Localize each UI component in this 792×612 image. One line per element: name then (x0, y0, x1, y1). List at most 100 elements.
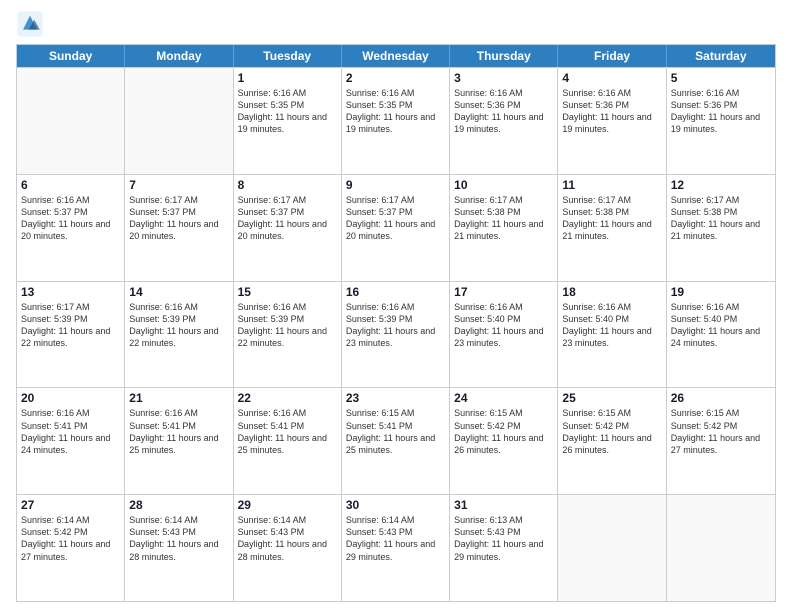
day-number: 30 (346, 498, 445, 512)
calendar-cell: 24Sunrise: 6:15 AM Sunset: 5:42 PM Dayli… (450, 388, 558, 494)
cell-info: Sunrise: 6:16 AM Sunset: 5:36 PM Dayligh… (562, 87, 661, 136)
calendar-row: 20 Sunrise: 6:16 AM Sunset: 5:41 PM Dayli… (17, 387, 775, 494)
day-number: 29 (238, 498, 337, 512)
cell-info: Sunrise: 6:16 AM Sunset: 5:41 PM Dayligh… (129, 407, 228, 456)
day-number: 28 (129, 498, 228, 512)
day-number: 15 (238, 285, 337, 299)
weekday-header: Tuesday (234, 45, 342, 67)
calendar-cell: 18Sunrise: 6:16 AM Sunset: 5:40 PM Dayli… (558, 282, 666, 388)
calendar-cell: 23 Sunrise: 6:15 AM Sunset: 5:41 PM Dayli… (342, 388, 450, 494)
calendar-cell: 12 Sunrise: 6:17 AM Sunset: 5:38 PM Dayli… (667, 175, 775, 281)
calendar-cell: 21 Sunrise: 6:16 AM Sunset: 5:41 PM Dayli… (125, 388, 233, 494)
calendar-row: 13Sunrise: 6:17 AM Sunset: 5:39 PM Dayli… (17, 281, 775, 388)
day-number: 23 (346, 391, 445, 405)
day-number: 11 (562, 178, 661, 192)
day-number: 22 (238, 391, 337, 405)
calendar-row: 1 Sunrise: 6:16 AM Sunset: 5:35 PM Daylig… (17, 67, 775, 174)
calendar-cell: 20Sunrise: 6:16 AM Sunset: 5:41 PM Dayli… (17, 388, 125, 494)
cell-info: Sunrise: 6:16 AM Sunset: 5:41 PM Dayligh… (238, 407, 337, 456)
page: SundayMondayTuesdayWednesdayThursdayFrid… (0, 0, 792, 612)
calendar-cell: 3 Sunrise: 6:16 AM Sunset: 5:36 PM Daylig… (450, 68, 558, 174)
calendar-cell (125, 68, 233, 174)
calendar-cell: 2 Sunrise: 6:16 AM Sunset: 5:35 PM Daylig… (342, 68, 450, 174)
day-number: 2 (346, 71, 445, 85)
calendar-body: 1 Sunrise: 6:16 AM Sunset: 5:35 PM Daylig… (17, 67, 775, 601)
day-number: 3 (454, 71, 553, 85)
day-number: 10 (454, 178, 553, 192)
cell-info: Sunrise: 6:14 AM Sunset: 5:43 PM Dayligh… (346, 514, 445, 563)
calendar-cell: 1 Sunrise: 6:16 AM Sunset: 5:35 PM Daylig… (234, 68, 342, 174)
cell-info: Sunrise: 6:13 AM Sunset: 5:43 PM Dayligh… (454, 514, 553, 563)
calendar-cell (558, 495, 666, 601)
cell-info: Sunrise: 6:17 AM Sunset: 5:38 PM Dayligh… (454, 194, 553, 243)
calendar-cell: 15 Sunrise: 6:16 AM Sunset: 5:39 PM Dayli… (234, 282, 342, 388)
day-number: 20 (21, 391, 120, 405)
day-number: 12 (671, 178, 771, 192)
calendar-cell: 4 Sunrise: 6:16 AM Sunset: 5:36 PM Daylig… (558, 68, 666, 174)
cell-info: Sunrise: 6:16 AM Sunset: 5:35 PM Dayligh… (238, 87, 337, 136)
cell-info: Sunrise: 6:16 AM Sunset: 5:40 PM Dayligh… (671, 301, 771, 350)
cell-info: Sunrise: 6:15 AM Sunset: 5:42 PM Dayligh… (671, 407, 771, 456)
cell-info: Sunrise: 6:16 AM Sunset: 5:40 PM Dayligh… (454, 301, 553, 350)
day-number: 25 (562, 391, 661, 405)
calendar-row: 27 Sunrise: 6:14 AM Sunset: 5:42 PM Dayli… (17, 494, 775, 601)
cell-info: Sunrise: 6:17 AM Sunset: 5:38 PM Dayligh… (562, 194, 661, 243)
cell-info: Sunrise: 6:17 AM Sunset: 5:37 PM Dayligh… (129, 194, 228, 243)
day-number: 4 (562, 71, 661, 85)
weekday-header: Sunday (17, 45, 125, 67)
calendar-cell (667, 495, 775, 601)
calendar-header: SundayMondayTuesdayWednesdayThursdayFrid… (17, 45, 775, 67)
weekday-header: Saturday (667, 45, 775, 67)
calendar-cell: 22 Sunrise: 6:16 AM Sunset: 5:41 PM Dayli… (234, 388, 342, 494)
day-number: 8 (238, 178, 337, 192)
calendar-cell: 13Sunrise: 6:17 AM Sunset: 5:39 PM Dayli… (17, 282, 125, 388)
calendar-cell: 26 Sunrise: 6:15 AM Sunset: 5:42 PM Dayli… (667, 388, 775, 494)
cell-info: Sunrise: 6:16 AM Sunset: 5:36 PM Dayligh… (671, 87, 771, 136)
calendar-cell: 17 Sunrise: 6:16 AM Sunset: 5:40 PM Dayli… (450, 282, 558, 388)
cell-info: Sunrise: 6:16 AM Sunset: 5:39 PM Dayligh… (238, 301, 337, 350)
day-number: 7 (129, 178, 228, 192)
calendar-cell: 10 Sunrise: 6:17 AM Sunset: 5:38 PM Dayli… (450, 175, 558, 281)
calendar-cell: 31Sunrise: 6:13 AM Sunset: 5:43 PM Dayli… (450, 495, 558, 601)
day-number: 24 (454, 391, 553, 405)
calendar-cell: 9Sunrise: 6:17 AM Sunset: 5:37 PM Daylig… (342, 175, 450, 281)
calendar-row: 6Sunrise: 6:16 AM Sunset: 5:37 PM Daylig… (17, 174, 775, 281)
day-number: 26 (671, 391, 771, 405)
weekday-header: Friday (558, 45, 666, 67)
calendar-cell: 28Sunrise: 6:14 AM Sunset: 5:43 PM Dayli… (125, 495, 233, 601)
day-number: 18 (562, 285, 661, 299)
day-number: 19 (671, 285, 771, 299)
calendar-cell: 11 Sunrise: 6:17 AM Sunset: 5:38 PM Dayli… (558, 175, 666, 281)
calendar: SundayMondayTuesdayWednesdayThursdayFrid… (16, 44, 776, 602)
cell-info: Sunrise: 6:17 AM Sunset: 5:39 PM Dayligh… (21, 301, 120, 350)
day-number: 27 (21, 498, 120, 512)
cell-info: Sunrise: 6:16 AM Sunset: 5:35 PM Dayligh… (346, 87, 445, 136)
cell-info: Sunrise: 6:17 AM Sunset: 5:37 PM Dayligh… (346, 194, 445, 243)
day-number: 16 (346, 285, 445, 299)
cell-info: Sunrise: 6:14 AM Sunset: 5:42 PM Dayligh… (21, 514, 120, 563)
day-number: 1 (238, 71, 337, 85)
calendar-cell: 27 Sunrise: 6:14 AM Sunset: 5:42 PM Dayli… (17, 495, 125, 601)
calendar-cell: 14Sunrise: 6:16 AM Sunset: 5:39 PM Dayli… (125, 282, 233, 388)
calendar-cell: 16 Sunrise: 6:16 AM Sunset: 5:39 PM Dayli… (342, 282, 450, 388)
cell-info: Sunrise: 6:15 AM Sunset: 5:41 PM Dayligh… (346, 407, 445, 456)
day-number: 6 (21, 178, 120, 192)
cell-info: Sunrise: 6:16 AM Sunset: 5:39 PM Dayligh… (129, 301, 228, 350)
day-number: 21 (129, 391, 228, 405)
calendar-cell: 8 Sunrise: 6:17 AM Sunset: 5:37 PM Daylig… (234, 175, 342, 281)
calendar-cell: 29Sunrise: 6:14 AM Sunset: 5:43 PM Dayli… (234, 495, 342, 601)
cell-info: Sunrise: 6:16 AM Sunset: 5:39 PM Dayligh… (346, 301, 445, 350)
weekday-header: Monday (125, 45, 233, 67)
day-number: 17 (454, 285, 553, 299)
calendar-cell: 6Sunrise: 6:16 AM Sunset: 5:37 PM Daylig… (17, 175, 125, 281)
weekday-header: Thursday (450, 45, 558, 67)
weekday-header: Wednesday (342, 45, 450, 67)
calendar-cell: 25Sunrise: 6:15 AM Sunset: 5:42 PM Dayli… (558, 388, 666, 494)
calendar-cell: 19 Sunrise: 6:16 AM Sunset: 5:40 PM Dayli… (667, 282, 775, 388)
header (16, 10, 776, 38)
logo (16, 10, 48, 38)
cell-info: Sunrise: 6:17 AM Sunset: 5:38 PM Dayligh… (671, 194, 771, 243)
cell-info: Sunrise: 6:16 AM Sunset: 5:36 PM Dayligh… (454, 87, 553, 136)
calendar-cell: 5Sunrise: 6:16 AM Sunset: 5:36 PM Daylig… (667, 68, 775, 174)
cell-info: Sunrise: 6:17 AM Sunset: 5:37 PM Dayligh… (238, 194, 337, 243)
